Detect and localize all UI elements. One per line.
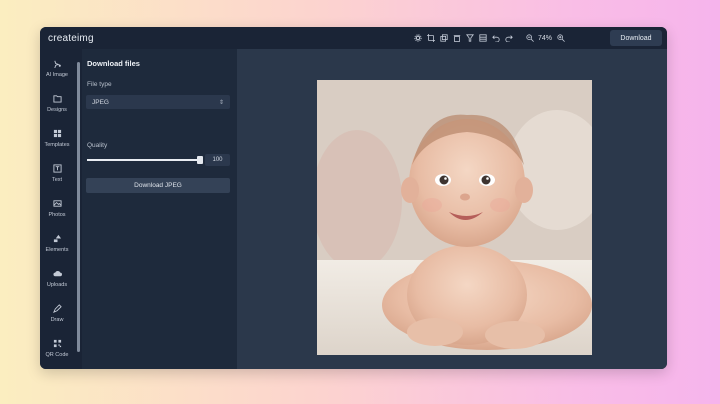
download-jpeg-button[interactable]: Download JPEG (86, 178, 230, 193)
zoom-in-icon[interactable] (554, 27, 567, 49)
gear-icon[interactable] (411, 27, 424, 49)
top-bar: createimg 74% Download (40, 27, 667, 49)
duplicate-icon[interactable] (437, 27, 450, 49)
zoom-out-icon[interactable] (523, 27, 536, 49)
scrollbar-thumb[interactable] (77, 62, 80, 352)
quality-input[interactable]: 100 (205, 154, 230, 166)
cloud-upload-icon (40, 269, 74, 280)
app-logo[interactable]: createimg (48, 33, 94, 44)
zoom-level: 74% (537, 34, 552, 42)
sidebar-item-label: QR Code (45, 352, 69, 358)
crop-icon[interactable] (424, 27, 437, 49)
sidebar-item-qr-code[interactable]: QR Code (40, 339, 74, 359)
sidebar-item-label: Templates (44, 142, 70, 148)
quality-label: Quality (87, 142, 108, 149)
undo-icon[interactable] (489, 27, 502, 49)
filter-icon[interactable] (463, 27, 476, 49)
download-button[interactable]: Download (610, 30, 662, 46)
sidebar-item-uploads[interactable]: Uploads (40, 269, 74, 289)
folder-icon (40, 94, 74, 105)
sidebar-item-label: Designs (47, 107, 67, 113)
file-type-value: JPEG (92, 98, 109, 106)
sidebar-item-label: Elements (45, 247, 69, 253)
sidebar-item-photos[interactable]: Photos (40, 199, 74, 219)
quality-slider-fill (87, 159, 200, 161)
pencil-icon (40, 304, 74, 315)
sidebar: AI Image Designs Templates Text Photos E… (40, 49, 76, 369)
sidebar-item-templates[interactable]: Templates (40, 129, 74, 149)
toolbar: 74% (411, 27, 567, 49)
sidebar-item-draw[interactable]: Draw (40, 304, 74, 324)
sidebar-item-label: AI Image (45, 72, 68, 78)
file-type-label: File type (87, 81, 112, 88)
panel-title: Download files (87, 59, 140, 68)
sidebar-item-elements[interactable]: Elements (40, 234, 74, 254)
trash-icon[interactable] (450, 27, 463, 49)
chevron-updown-icon: ⇕ (218, 99, 224, 106)
canvas-photo[interactable] (317, 80, 592, 355)
qr-code-icon (40, 339, 74, 350)
redo-icon[interactable] (502, 27, 515, 49)
image-icon (40, 199, 74, 210)
text-icon (40, 164, 74, 175)
baby-photo-image (317, 80, 592, 355)
sidebar-item-label: Draw (50, 317, 64, 323)
sidebar-item-label: Uploads (46, 282, 68, 288)
sidebar-item-text[interactable]: Text (40, 164, 74, 184)
sparkle-icon (40, 59, 74, 70)
sidebar-item-ai-image[interactable]: AI Image (40, 59, 74, 79)
quality-slider[interactable] (87, 156, 203, 164)
layers-icon[interactable] (476, 27, 489, 49)
grid-icon (40, 129, 74, 140)
shapes-icon (40, 234, 74, 245)
sidebar-item-label: Text (51, 177, 63, 183)
file-type-select[interactable]: JPEG ⇕ (86, 95, 230, 109)
sidebar-item-designs[interactable]: Designs (40, 94, 74, 114)
sidebar-item-label: Photos (48, 212, 66, 218)
quality-slider-thumb[interactable] (197, 156, 203, 164)
download-panel: Download files File type JPEG ⇕ Quality … (82, 49, 237, 369)
